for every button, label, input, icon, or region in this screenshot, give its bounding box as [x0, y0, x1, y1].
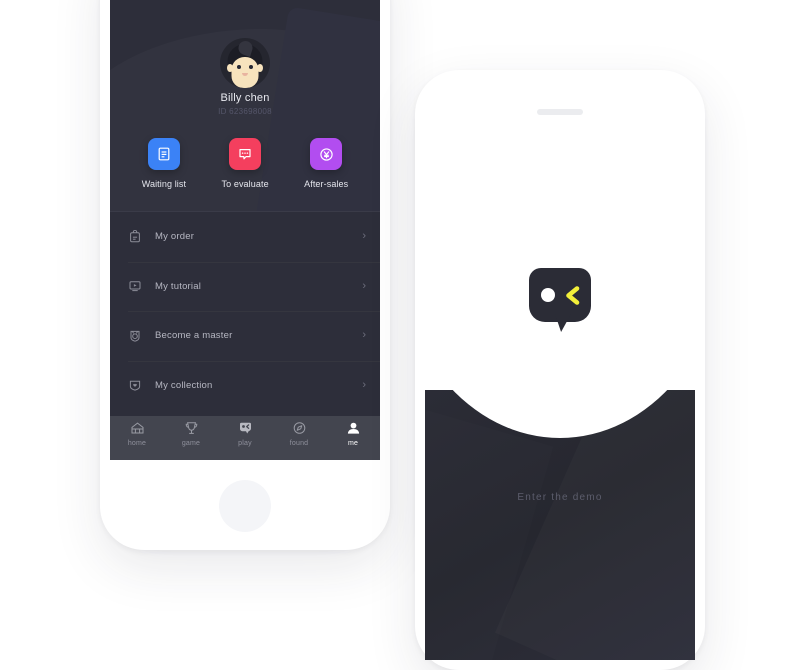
profile-header: Billy chen ID 623698008 Waiting list To …	[110, 0, 380, 212]
chevron-right-icon: ›	[362, 230, 366, 243]
tab-label: game	[181, 440, 201, 447]
badge-logo-icon	[237, 420, 254, 437]
video-monitor-icon	[128, 279, 142, 293]
quick-action-to-evaluate[interactable]: To evaluate	[222, 138, 269, 189]
menu-item-label: My collection	[155, 379, 213, 391]
menu-list: My order › My tutorial › Become a master…	[110, 212, 380, 410]
menu-item-my-collection[interactable]: My collection ›	[110, 360, 380, 411]
user-name: Billy chen	[220, 92, 270, 104]
earpiece-speaker	[537, 109, 583, 115]
logo-dot	[541, 288, 555, 302]
avatar-ear-right	[257, 64, 263, 72]
person-icon	[345, 420, 362, 437]
tab-label: me	[347, 440, 359, 447]
avatar-ear-left	[227, 64, 233, 72]
comment-bubble-icon	[229, 138, 262, 170]
splash-screen: Enter the demo	[425, 100, 695, 660]
logo-chevron	[563, 285, 582, 306]
trophy-icon	[183, 420, 200, 437]
menu-item-label: My tutorial	[155, 280, 202, 292]
avatar-eye-right	[249, 65, 253, 69]
bottom-tab-bar: home game play found me	[110, 416, 380, 460]
phone-device-right: Enter the demo	[415, 70, 705, 670]
document-list-icon	[147, 138, 180, 170]
compass-icon	[291, 420, 308, 437]
menu-item-my-order[interactable]: My order ›	[110, 212, 380, 262]
tab-label: found	[289, 440, 309, 447]
home-button[interactable]	[219, 480, 271, 532]
menu-item-become-a-master[interactable]: Become a master ›	[110, 311, 380, 361]
quick-actions: Waiting list To evaluate After-sales	[110, 138, 380, 189]
shield-heart-icon	[128, 378, 142, 392]
avatar[interactable]	[220, 38, 270, 88]
quick-action-label: Waiting list	[141, 179, 187, 189]
profile-screen: Billy chen ID 623698008 Waiting list To …	[110, 0, 380, 460]
chevron-right-icon: ›	[362, 279, 366, 292]
tab-found[interactable]: found	[272, 420, 326, 447]
phone-device-left: Billy chen ID 623698008 Waiting list To …	[100, 0, 390, 550]
dark-panel: Enter the demo	[425, 390, 695, 660]
canvas: Billy chen ID 623698008 Waiting list To …	[0, 0, 800, 670]
quick-action-label: After-sales	[304, 179, 349, 189]
menu-item-label: My order	[155, 231, 195, 243]
tab-label: home	[127, 440, 147, 447]
tab-game[interactable]: game	[164, 420, 218, 447]
tab-play[interactable]: play	[218, 420, 272, 447]
medal-badge-icon	[128, 329, 142, 343]
user-id: ID 623698008	[218, 107, 272, 116]
badge-logo-icon	[529, 268, 591, 340]
house-icon	[129, 420, 146, 437]
menu-item-label: Become a master	[155, 330, 233, 342]
quick-action-waiting-list[interactable]: Waiting list	[142, 138, 186, 189]
chevron-right-icon: ›	[362, 378, 366, 391]
clipboard-icon	[128, 229, 142, 244]
enter-demo-button[interactable]: Enter the demo	[425, 492, 695, 503]
tab-me[interactable]: me	[326, 420, 380, 447]
yen-refund-icon	[310, 138, 343, 170]
tab-label: play	[238, 440, 252, 447]
avatar-eye-left	[237, 65, 241, 69]
tab-home[interactable]: home	[110, 420, 164, 447]
quick-action-after-sales[interactable]: After-sales	[304, 138, 348, 189]
chevron-right-icon: ›	[362, 329, 366, 342]
menu-item-my-tutorial[interactable]: My tutorial ›	[110, 261, 380, 312]
quick-action-label: To evaluate	[221, 179, 269, 189]
logo-tail	[555, 314, 571, 332]
